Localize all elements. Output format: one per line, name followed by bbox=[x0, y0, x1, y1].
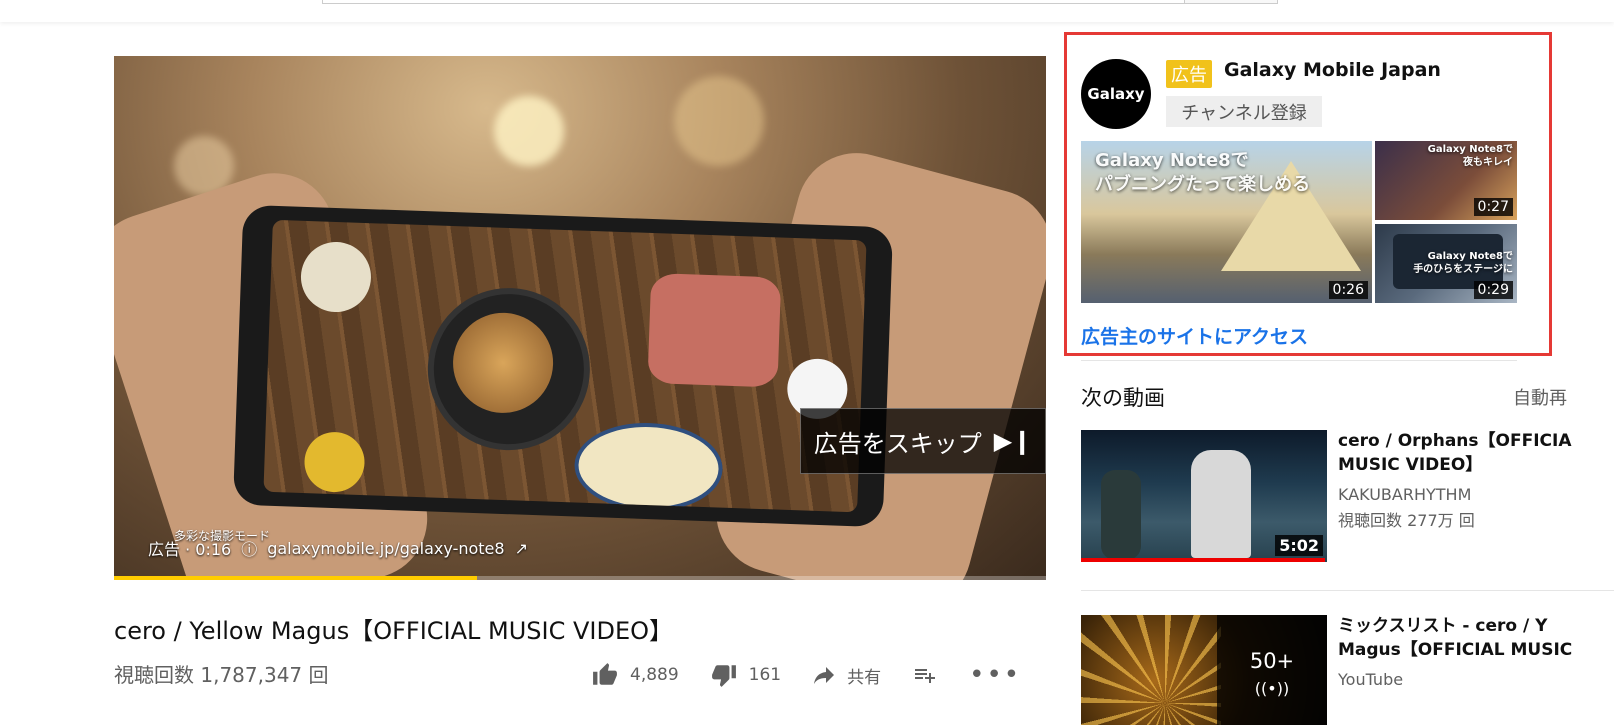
video-duration: 0:26 bbox=[1328, 281, 1368, 299]
advertiser-logo-text: Galaxy bbox=[1087, 85, 1145, 103]
video-player[interactable]: 多彩な撮影モード 広告 · 0:16 ⓘ galaxymobile.jp/gal… bbox=[114, 56, 1046, 580]
channel-name[interactable]: YouTube bbox=[1338, 667, 1403, 693]
recommended-video-title[interactable]: ミックスリスト - cero / Y Magus【OFFICIAL MUSIC bbox=[1338, 614, 1572, 662]
thumb-caption-line: パブニングたって楽しめる bbox=[1095, 174, 1311, 195]
thumb-caption: Galaxy Note8で 夜もキレイ bbox=[1428, 143, 1513, 169]
like-count: 4,889 bbox=[630, 665, 679, 685]
performer-figure bbox=[1191, 450, 1251, 558]
ad-url-link[interactable]: galaxymobile.jp/galaxy-note8 bbox=[267, 539, 504, 558]
external-link-icon[interactable]: ↗ bbox=[515, 539, 528, 558]
progress-bar[interactable] bbox=[114, 576, 1046, 580]
skip-ad-button[interactable]: 広告をスキップ ▶❙ bbox=[800, 408, 1046, 474]
ad-video-thumbnail[interactable]: Galaxy Note8で 手のひらをステージに 0:29 bbox=[1375, 224, 1517, 303]
view-count: 視聴回数 1,787,347 回 bbox=[114, 663, 329, 687]
title-line: ミックスリスト - cero / Y bbox=[1338, 616, 1548, 636]
ad-timer: 広告 · 0:16 bbox=[148, 540, 232, 559]
video-title: cero / Yellow Magus【OFFICIAL MUSIC VIDEO… bbox=[114, 617, 674, 645]
skip-next-icon: ▶❙ bbox=[993, 427, 1033, 455]
share-button[interactable]: 共有 bbox=[811, 663, 881, 688]
mix-playlist-thumbnail[interactable]: 50+ ((•)) bbox=[1081, 615, 1327, 725]
bokeh-light bbox=[674, 76, 764, 166]
video-duration: 5:02 bbox=[1275, 535, 1323, 556]
thumb-caption: Galaxy Note8で パブニングたって楽しめる bbox=[1095, 149, 1310, 197]
title-line: MUSIC VIDEO】 bbox=[1338, 455, 1483, 475]
recommended-video-meta: YouTube bbox=[1338, 667, 1403, 693]
recommended-video-meta: KAKUBARHYTHM 視聴回数 277万 回 bbox=[1338, 482, 1475, 534]
search-button[interactable] bbox=[1184, 0, 1278, 4]
bokeh-light bbox=[494, 96, 564, 166]
ferris-wheel-lights bbox=[1081, 615, 1221, 725]
title-line: Magus【OFFICIAL MUSIC bbox=[1338, 640, 1573, 660]
thumb-caption-line: Galaxy Note8で bbox=[1095, 150, 1249, 171]
radio-icon: ((•)) bbox=[1254, 679, 1290, 698]
ad-info: 広告 · 0:16 ⓘ galaxymobile.jp/galaxy-note8… bbox=[148, 536, 528, 560]
thumb-caption-line: 夜もキレイ bbox=[1463, 157, 1513, 168]
more-horizontal-icon: ••• bbox=[969, 660, 1022, 690]
playlist-add-icon bbox=[915, 669, 936, 683]
watched-progress-bar bbox=[1081, 558, 1325, 562]
view-count: 視聴回数 277万 回 bbox=[1338, 511, 1475, 530]
thumb-caption-line: 手のひらをステージに bbox=[1413, 264, 1513, 275]
performer-figure bbox=[1101, 470, 1141, 560]
phone-screen bbox=[263, 219, 867, 513]
meat-board bbox=[647, 273, 782, 388]
share-arrow-icon bbox=[814, 667, 835, 684]
plate bbox=[299, 240, 373, 314]
like-button[interactable]: 4,889 bbox=[590, 662, 679, 688]
subscribe-button[interactable]: チャンネル登録 bbox=[1166, 96, 1322, 127]
playlist-count-overlay: 50+ ((•)) bbox=[1217, 615, 1327, 725]
video-duration: 0:27 bbox=[1473, 198, 1513, 216]
thumb-caption: Galaxy Note8で 手のひらをステージに bbox=[1413, 250, 1513, 276]
ad-video-thumbnail[interactable]: Galaxy Note8で パブニングたって楽しめる 0:26 bbox=[1081, 141, 1372, 303]
autoplay-toggle-label[interactable]: 自動再 bbox=[1513, 384, 1567, 410]
playlist-count: 50+ bbox=[1249, 649, 1295, 673]
soup-bowl bbox=[303, 431, 366, 494]
advertiser-name[interactable]: Galaxy Mobile Japan bbox=[1224, 59, 1441, 81]
recommended-video-thumbnail[interactable]: 5:02 bbox=[1081, 430, 1327, 562]
info-icon[interactable]: ⓘ bbox=[241, 536, 257, 560]
masthead bbox=[0, 0, 1614, 22]
advertiser-avatar[interactable]: Galaxy bbox=[1081, 59, 1151, 129]
dislike-button[interactable]: 161 bbox=[709, 662, 781, 688]
video-actions: 4,889 161 共有 ••• bbox=[590, 660, 1051, 690]
thumbs-up-icon bbox=[593, 663, 617, 685]
recommended-video-title[interactable]: cero / Orphans【OFFICIA MUSIC VIDEO】 bbox=[1338, 429, 1571, 477]
thumb-caption-line: Galaxy Note8で bbox=[1427, 144, 1513, 155]
thumb-caption-line: Galaxy Note8で bbox=[1427, 251, 1513, 262]
save-to-playlist-button[interactable] bbox=[911, 663, 939, 687]
ad-video-thumbnail[interactable]: Galaxy Note8で 夜もキレイ 0:27 bbox=[1375, 141, 1517, 220]
visit-advertiser-link[interactable]: 広告主のサイトにアクセス bbox=[1081, 322, 1308, 349]
channel-name[interactable]: KAKUBARHYTHM bbox=[1338, 482, 1475, 508]
skip-ad-label: 広告をスキップ bbox=[813, 429, 982, 458]
search-input[interactable] bbox=[322, 0, 1186, 4]
more-actions-button[interactable]: ••• bbox=[969, 660, 1021, 690]
progress-fill bbox=[114, 576, 478, 580]
phone-device bbox=[232, 204, 894, 528]
divider bbox=[1081, 360, 1517, 361]
pasta-plate bbox=[573, 420, 725, 513]
up-next-heading: 次の動画 bbox=[1081, 386, 1165, 410]
thumbs-down-icon bbox=[711, 665, 736, 687]
ad-badge: 広告 bbox=[1166, 60, 1212, 88]
dislike-count: 161 bbox=[748, 665, 782, 685]
divider bbox=[1081, 590, 1614, 591]
title-line: cero / Orphans【OFFICIA bbox=[1338, 431, 1572, 451]
video-duration: 0:29 bbox=[1473, 281, 1513, 299]
share-label: 共有 bbox=[847, 667, 882, 688]
